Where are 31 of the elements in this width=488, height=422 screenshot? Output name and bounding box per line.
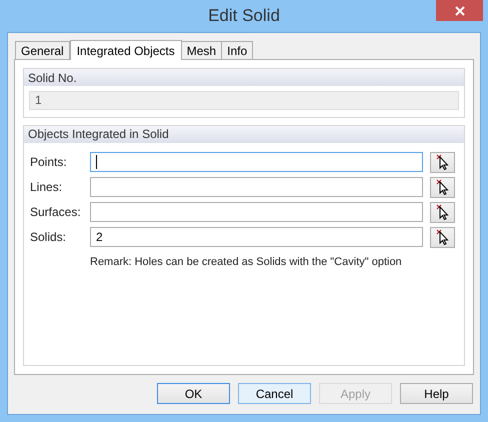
field-label: Surfaces: (30, 204, 82, 222)
pick-cursor-icon (436, 154, 450, 170)
window-title: Edit Solid (208, 5, 280, 28)
pick-cursor-icon (436, 229, 450, 246)
input-field[interactable] (90, 202, 423, 222)
pick-cursor-icon (436, 204, 450, 220)
tab[interactable]: General (15, 41, 70, 59)
dialog-button[interactable]: OK (157, 383, 230, 404)
tab[interactable]: Integrated Objects (70, 40, 182, 60)
input-field[interactable]: 2 (90, 227, 423, 248)
group-heading: Solid No. (24, 69, 464, 86)
remark-text: Remark: Holes can be created as Solids with the "Cavity" option (89, 254, 403, 270)
input-field[interactable] (90, 152, 423, 172)
pick-button[interactable] (430, 176, 455, 198)
solid-number-field: 1 (29, 91, 459, 110)
dialog-button[interactable]: Cancel (238, 383, 311, 404)
text-cursor (96, 155, 97, 170)
input-field[interactable] (90, 177, 423, 198)
field-label: Solids: (30, 229, 68, 246)
close-icon (454, 6, 464, 16)
tab[interactable]: Info (221, 41, 254, 59)
field-label: Points: (30, 154, 68, 172)
pick-button[interactable] (430, 202, 455, 223)
field-label: Lines: (30, 179, 64, 196)
close-button[interactable] (436, 0, 483, 21)
pick-button[interactable] (430, 226, 455, 248)
dialog-button[interactable]: Help (400, 383, 473, 404)
pick-button[interactable] (430, 152, 455, 173)
pick-cursor-icon (436, 179, 450, 196)
group-heading: Objects Integrated in Solid (24, 126, 464, 143)
field-value: 2 (96, 229, 103, 246)
